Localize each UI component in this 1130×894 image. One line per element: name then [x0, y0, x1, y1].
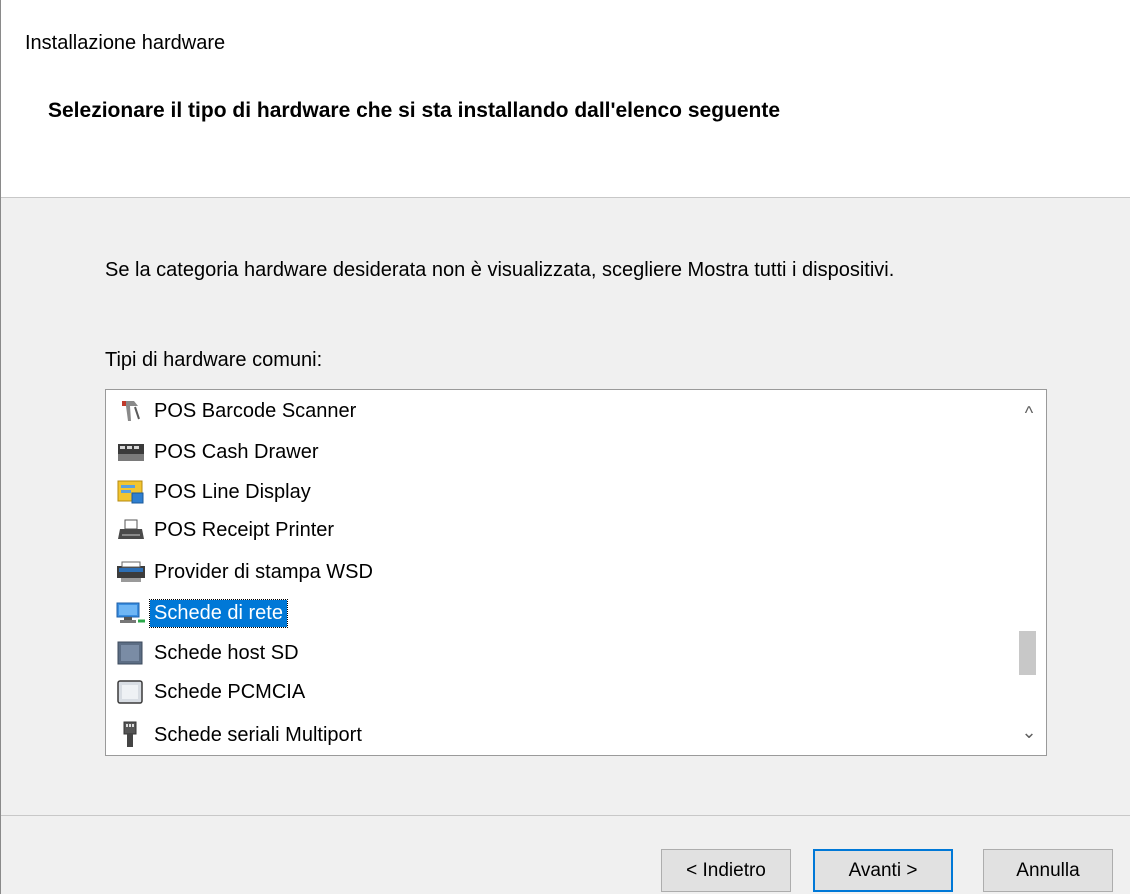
list-item-sd-host-adapters[interactable]: Schede host SD	[116, 637, 303, 669]
scroll-down-arrow-icon[interactable]: ⌄	[1012, 715, 1046, 749]
receipt-printer-icon	[116, 517, 146, 543]
serial-port-icon	[116, 721, 146, 748]
back-button[interactable]: < Indietro	[661, 849, 791, 892]
pcmcia-icon	[116, 679, 146, 705]
wsd-printer-icon	[116, 559, 146, 585]
footer-divider	[1, 815, 1130, 816]
instruction-text: Se la categoria hardware desiderata non …	[105, 259, 895, 281]
scroll-up-arrow-icon[interactable]: ^	[1012, 396, 1046, 430]
line-display-icon	[116, 479, 146, 505]
list-item-pos-receipt-printer[interactable]: POS Receipt Printer	[116, 514, 338, 546]
cash-drawer-icon	[116, 439, 146, 465]
list-item-pcmcia-adapters[interactable]: Schede PCMCIA	[116, 676, 309, 708]
header-heading: Selezionare il tipo di hardware che si s…	[48, 99, 781, 122]
scrollbar-thumb[interactable]	[1019, 631, 1036, 675]
list-item-wsd-print-provider[interactable]: Provider di stampa WSD	[116, 556, 377, 588]
list-item-pos-barcode-scanner[interactable]: POS Barcode Scanner	[116, 395, 360, 427]
network-adapter-icon	[116, 600, 146, 626]
hardware-list-items: POS Barcode Scanner POS Cash Drawer POS …	[106, 390, 1012, 755]
hardware-types-listbox[interactable]: POS Barcode Scanner POS Cash Drawer POS …	[105, 389, 1047, 756]
barcode-scanner-icon	[116, 398, 146, 424]
list-item-pos-cash-drawer[interactable]: POS Cash Drawer	[116, 436, 323, 468]
window-title: Installazione hardware	[25, 32, 226, 54]
list-item-pos-line-display[interactable]: POS Line Display	[116, 476, 315, 508]
hardware-wizard-window: Installazione hardware Selezionare il ti…	[0, 0, 1130, 894]
wizard-header: Installazione hardware Selezionare il ti…	[1, 0, 1130, 198]
list-vertical-scrollbar[interactable]: ^ ⌄	[1012, 390, 1046, 755]
next-button[interactable]: Avanti >	[813, 849, 953, 892]
list-item-network-adapters[interactable]: Schede di rete	[116, 597, 288, 629]
cancel-button[interactable]: Annulla	[983, 849, 1113, 892]
hardware-list-label: Tipi di hardware comuni:	[105, 349, 323, 371]
list-item-multiport-serial-adapters[interactable]: Schede seriali Multiport	[116, 719, 366, 751]
sd-host-icon	[116, 640, 146, 666]
